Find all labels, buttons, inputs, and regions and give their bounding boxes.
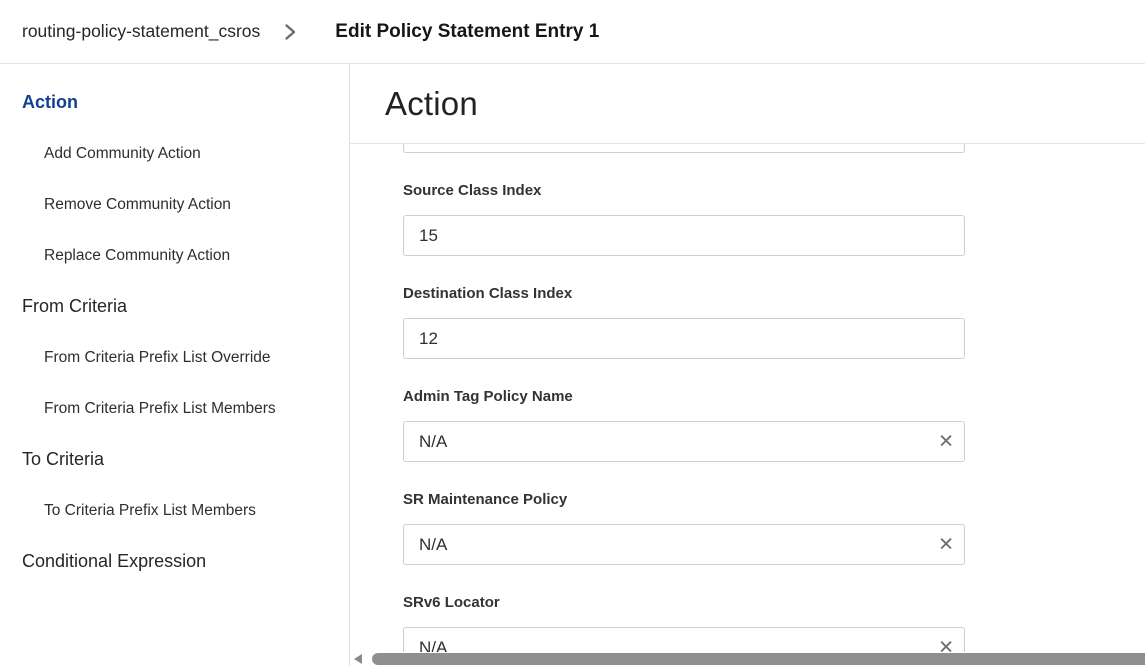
horizontal-scrollbar[interactable] <box>350 652 1145 666</box>
breadcrumb: routing-policy-statement_csros Edit Poli… <box>0 0 1145 64</box>
sidebar-item-remove-community-action[interactable]: Remove Community Action <box>0 179 349 230</box>
input-wrap <box>403 318 965 359</box>
sidebar-item-action[interactable]: Action <box>0 77 349 128</box>
sidebar-item-to-criteria[interactable]: To Criteria <box>0 434 349 485</box>
main-panel: Action Source Class Index Destination Cl… <box>350 64 1145 666</box>
field-label: Admin Tag Policy Name <box>403 388 965 405</box>
section-title: Action <box>385 85 478 123</box>
sidebar-item-replace-community-action[interactable]: Replace Community Action <box>0 230 349 281</box>
field-label: Destination Class Index <box>403 285 965 302</box>
scrollbar-thumb[interactable] <box>372 653 1145 665</box>
sidebar-item-from-criteria-prefix-list-override[interactable]: From Criteria Prefix List Override <box>0 332 349 383</box>
scroll-left-arrow-icon[interactable] <box>354 654 362 664</box>
chevron-right-icon <box>283 23 297 41</box>
source-class-index-input[interactable] <box>403 215 965 256</box>
field-destination-class-index: Destination Class Index <box>403 285 965 359</box>
input-wrap <box>403 215 965 256</box>
sidebar-item-conditional-expression[interactable]: Conditional Expression <box>0 536 349 587</box>
clear-x-icon[interactable]: ✕ <box>938 535 954 554</box>
sidebar-item-from-criteria[interactable]: From Criteria <box>0 281 349 332</box>
field-sr-maintenance-policy: SR Maintenance Policy ✕ <box>403 491 965 565</box>
field-admin-tag-policy-name: Admin Tag Policy Name ✕ <box>403 388 965 462</box>
field-label: SR Maintenance Policy <box>403 491 965 508</box>
field-label: SRv6 Locator <box>403 594 965 611</box>
sidebar: Action Add Community Action Remove Commu… <box>0 64 350 666</box>
field-label: Source Class Index <box>403 182 965 199</box>
body: Action Add Community Action Remove Commu… <box>0 64 1145 666</box>
form-area: Source Class Index Destination Class Ind… <box>350 144 1145 666</box>
clear-x-icon[interactable]: ✕ <box>938 432 954 451</box>
field-source-class-index: Source Class Index <box>403 182 965 256</box>
page: routing-policy-statement_csros Edit Poli… <box>0 0 1145 666</box>
sidebar-item-from-criteria-prefix-list-members[interactable]: From Criteria Prefix List Members <box>0 383 349 434</box>
breadcrumb-parent[interactable]: routing-policy-statement_csros <box>22 21 260 42</box>
destination-class-index-input[interactable] <box>403 318 965 359</box>
sidebar-item-to-criteria-prefix-list-members[interactable]: To Criteria Prefix List Members <box>0 485 349 536</box>
admin-tag-policy-name-input[interactable] <box>403 421 965 462</box>
input-wrap: ✕ <box>403 421 965 462</box>
sidebar-item-add-community-action[interactable]: Add Community Action <box>0 128 349 179</box>
partial-input-cutoff[interactable] <box>403 144 965 153</box>
section-header: Action <box>350 64 1145 144</box>
page-title: Edit Policy Statement Entry 1 <box>335 21 599 43</box>
sr-maintenance-policy-input[interactable] <box>403 524 965 565</box>
input-wrap: ✕ <box>403 524 965 565</box>
